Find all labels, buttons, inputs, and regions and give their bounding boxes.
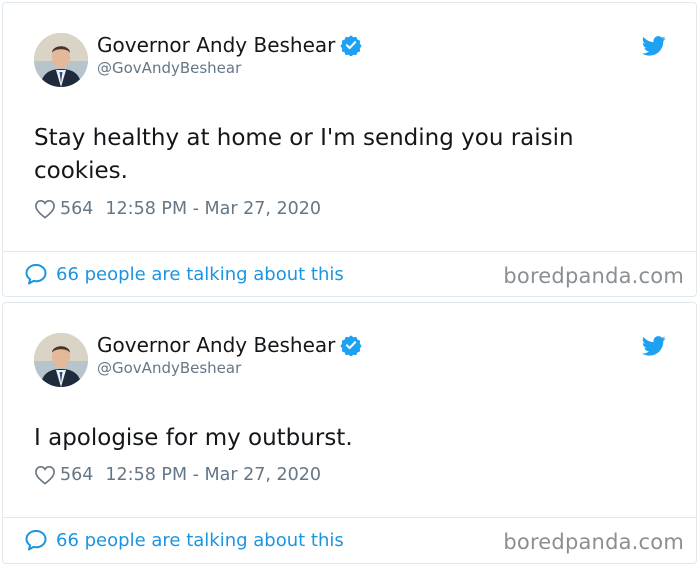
timestamp[interactable]: 12:58 PM - Mar 27, 2020: [105, 199, 321, 219]
timestamp[interactable]: 12:58 PM - Mar 27, 2020: [105, 465, 321, 485]
heart-icon[interactable]: [34, 199, 56, 219]
author-name-row[interactable]: Governor Andy Beshear: [97, 333, 363, 357]
watermark: boredpanda.com: [503, 530, 684, 554]
speech-bubble-icon: [25, 264, 47, 285]
verified-badge-icon: [340, 35, 363, 56]
conversation-link[interactable]: 66 people are talking about this: [24, 529, 344, 551]
tweet-card[interactable]: Governor Andy Beshear @GovAndyBeshear I …: [2, 302, 697, 564]
author-name[interactable]: Governor Andy Beshear: [97, 33, 335, 57]
conversation-link[interactable]: 66 people are talking about this: [24, 263, 344, 285]
tweet-meta: 564 12:58 PM - Mar 27, 2020: [34, 465, 321, 485]
tweet-text: Stay healthy at home or I'm sending you …: [34, 125, 574, 184]
avatar[interactable]: [34, 33, 88, 87]
author-name-row[interactable]: Governor Andy Beshear: [97, 33, 363, 57]
author-handle[interactable]: @GovAndyBeshear: [97, 359, 241, 377]
author-handle[interactable]: @GovAndyBeshear: [97, 59, 241, 77]
speech-bubble-icon: [25, 530, 47, 551]
watermark: boredpanda.com: [503, 264, 684, 288]
tweet-footer: 66 people are talking about this boredpa…: [3, 517, 696, 565]
twitter-bird-icon[interactable]: [642, 36, 666, 56]
tweet-footer: 66 people are talking about this boredpa…: [3, 251, 696, 298]
avatar[interactable]: [34, 333, 88, 387]
like-count: 564: [60, 199, 94, 219]
twitter-bird-icon[interactable]: [642, 336, 666, 356]
author-name[interactable]: Governor Andy Beshear: [97, 333, 335, 357]
like-count: 564: [60, 465, 94, 485]
conversation-link-label: 66 people are talking about this: [56, 263, 344, 285]
tweet-text: I apologise for my outburst.: [34, 425, 353, 451]
tweet-card[interactable]: Governor Andy Beshear @GovAndyBeshear St…: [2, 2, 697, 297]
heart-icon[interactable]: [34, 465, 56, 485]
tweet-meta: 564 12:58 PM - Mar 27, 2020: [34, 199, 321, 219]
verified-badge-icon: [340, 335, 363, 356]
conversation-link-label: 66 people are talking about this: [56, 529, 344, 551]
